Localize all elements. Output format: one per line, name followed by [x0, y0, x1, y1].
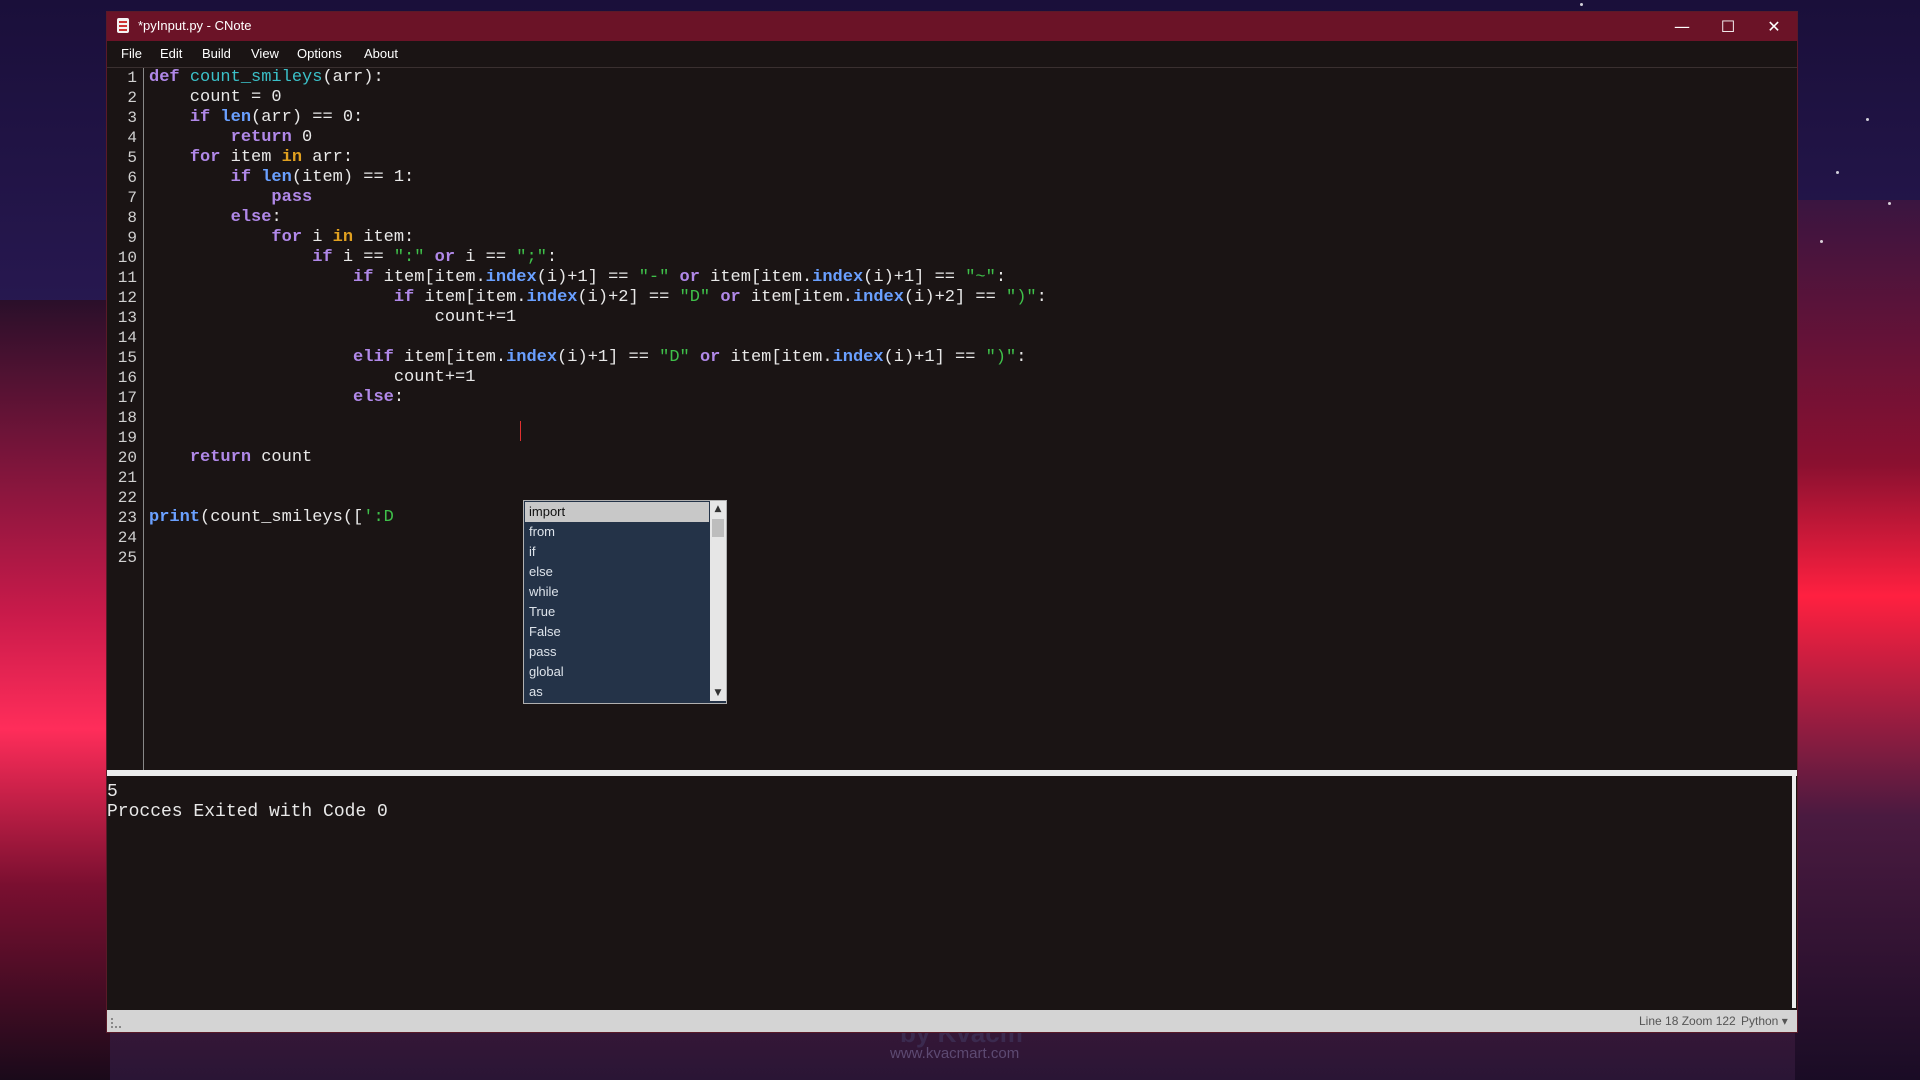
star: [1836, 171, 1839, 174]
line-number: 7: [127, 189, 137, 207]
menu-bar: File Edit Build View Options About: [107, 41, 1797, 68]
autocomplete-item[interactable]: global: [525, 662, 709, 682]
code-line[interactable]: if item[item.index(i)+1] == "-" or item[…: [149, 268, 1006, 288]
title-bar[interactable]: *pyInput.py - CNote — ☐ ✕: [107, 12, 1797, 41]
code-line[interactable]: pass: [149, 188, 312, 208]
code-line[interactable]: if len(arr) == 0:: [149, 108, 363, 128]
line-number: 17: [117, 389, 137, 407]
line-number: 24: [117, 529, 137, 547]
autocomplete-item[interactable]: else: [525, 562, 709, 582]
line-number: 14: [117, 329, 137, 347]
wallpaper-left-panel: [0, 300, 110, 1080]
menu-file[interactable]: File: [121, 46, 142, 61]
line-number: 12: [117, 289, 137, 307]
star: [1866, 118, 1869, 121]
autocomplete-popup[interactable]: import from if else while True False pas…: [523, 500, 727, 704]
line-number: 13: [117, 309, 137, 327]
line-number: 20: [117, 449, 137, 467]
line-number: 2: [127, 89, 137, 107]
menu-view[interactable]: View: [251, 46, 279, 61]
line-number: 1: [127, 69, 137, 87]
line-number: 6: [127, 169, 137, 187]
line-number: 9: [127, 229, 137, 247]
window-title: *pyInput.py - CNote: [138, 18, 252, 33]
autocomplete-item[interactable]: as: [525, 682, 709, 702]
scroll-down-icon[interactable]: ▼: [710, 685, 726, 701]
code-editor[interactable]: 1 2 3 4 5 6 7 8 9 10 11 12 13 14 15 16 1…: [107, 68, 1797, 770]
code-line[interactable]: count+=1: [149, 308, 517, 328]
scrollbar-thumb[interactable]: [712, 519, 724, 537]
wallpaper-right-panel: [1795, 200, 1920, 1080]
language-selector[interactable]: Python ▾: [1741, 1014, 1788, 1028]
text-caret: [520, 421, 521, 441]
line-number: 10: [117, 249, 137, 267]
scroll-up-icon[interactable]: ▲: [710, 501, 726, 517]
autocomplete-scrollbar[interactable]: ▲ ▼: [710, 501, 726, 701]
code-line[interactable]: count+=1: [149, 368, 476, 388]
output-line: Procces Exited with Code 0: [107, 802, 388, 822]
code-line[interactable]: else:: [149, 208, 282, 228]
line-number: 5: [127, 149, 137, 167]
autocomplete-item[interactable]: True: [525, 602, 709, 622]
line-number: 22: [117, 489, 137, 507]
output-line: 5: [107, 782, 118, 802]
menu-options[interactable]: Options: [297, 46, 342, 61]
line-number: 18: [117, 409, 137, 427]
line-number: 21: [117, 469, 137, 487]
line-number-gutter: 1 2 3 4 5 6 7 8 9 10 11 12 13 14 15 16 1…: [107, 68, 144, 770]
line-number: 25: [117, 549, 137, 567]
code-line[interactable]: for i in item:: [149, 228, 414, 248]
code-line[interactable]: if i == ":" or i == ";":: [149, 248, 557, 268]
code-line[interactable]: if item[item.index(i)+2] == "D" or item[…: [149, 288, 1047, 308]
line-number: 16: [117, 369, 137, 387]
autocomplete-item[interactable]: import: [525, 502, 709, 522]
line-number: 4: [127, 129, 137, 147]
menu-edit[interactable]: Edit: [160, 46, 182, 61]
autocomplete-item[interactable]: if: [525, 542, 709, 562]
line-number: 11: [117, 269, 137, 287]
code-line[interactable]: for item in arr:: [149, 148, 353, 168]
code-line[interactable]: return count: [149, 448, 312, 468]
line-number: 8: [127, 209, 137, 227]
autocomplete-item[interactable]: while: [525, 582, 709, 602]
line-number: 15: [117, 349, 137, 367]
autocomplete-item[interactable]: False: [525, 622, 709, 642]
wallpaper-watermark: www.kvacmart.com: [890, 1045, 1020, 1062]
close-button[interactable]: ✕: [1751, 12, 1797, 41]
star: [1888, 202, 1891, 205]
code-line[interactable]: else:: [149, 388, 404, 408]
resize-grip-icon[interactable]: [111, 1018, 121, 1028]
code-line[interactable]: return 0: [149, 128, 313, 148]
line-zoom-indicator: Line 18 Zoom 122: [1639, 1014, 1736, 1028]
code-line[interactable]: elif item[item.index(i)+1] == "D" or ite…: [149, 348, 1026, 368]
line-number: 23: [117, 509, 137, 527]
autocomplete-item[interactable]: from: [525, 522, 709, 542]
maximize-button[interactable]: ☐: [1705, 12, 1751, 41]
menu-build[interactable]: Build: [202, 46, 231, 61]
autocomplete-item[interactable]: pass: [525, 642, 709, 662]
menu-about[interactable]: About: [364, 46, 398, 61]
status-bar: Line 18 Zoom 122 Python ▾: [107, 1010, 1797, 1032]
output-console: 5 Procces Exited with Code 0: [107, 776, 1796, 1008]
minimize-button[interactable]: —: [1659, 12, 1705, 41]
star: [1580, 3, 1583, 6]
line-number: 19: [117, 429, 137, 447]
line-number: 3: [127, 109, 137, 127]
code-line[interactable]: count = 0: [149, 88, 282, 108]
code-line[interactable]: def count_smileys(arr):: [149, 68, 384, 88]
cnote-window: *pyInput.py - CNote — ☐ ✕ File Edit Buil…: [107, 12, 1797, 1032]
star: [1820, 240, 1823, 243]
app-notepad-icon: [117, 18, 129, 33]
code-line[interactable]: if len(item) == 1:: [149, 168, 415, 188]
